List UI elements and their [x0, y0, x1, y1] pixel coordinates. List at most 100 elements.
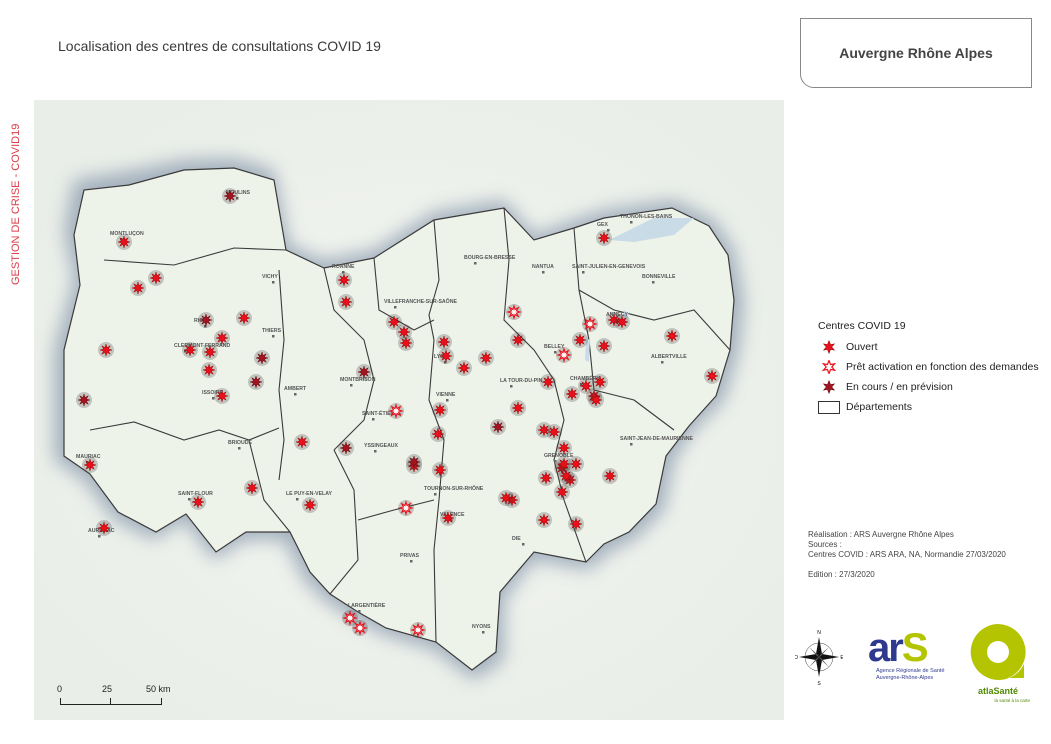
- marker-encours[interactable]: [222, 188, 238, 204]
- marker-ouvert[interactable]: [478, 350, 494, 366]
- star-icon: [479, 351, 493, 365]
- star-icon: [303, 498, 317, 512]
- compass-s: S: [817, 681, 821, 686]
- marker-ouvert[interactable]: [438, 348, 454, 364]
- marker-ouvert[interactable]: [554, 484, 570, 500]
- marker-ouvert[interactable]: [602, 468, 618, 484]
- city-label: LA TOUR-DU-PIN: [500, 378, 543, 384]
- marker-ouvert[interactable]: [244, 480, 260, 496]
- marker-pret[interactable]: [388, 403, 404, 419]
- marker-ouvert[interactable]: [201, 362, 217, 378]
- marker-ouvert[interactable]: [214, 388, 230, 404]
- marker-ouvert[interactable]: [336, 272, 352, 288]
- marker-ouvert[interactable]: [338, 294, 354, 310]
- marker-ouvert[interactable]: [436, 334, 452, 350]
- marker-ouvert[interactable]: [540, 374, 556, 390]
- city-label: MONTBRISON: [340, 377, 376, 383]
- ars-logo-s: S: [901, 626, 929, 670]
- city-label: BRIOUDE: [228, 440, 252, 446]
- marker-ouvert[interactable]: [538, 470, 554, 486]
- marker-ouvert[interactable]: [98, 342, 114, 358]
- city-dot: [661, 361, 664, 364]
- marker-ouvert[interactable]: [386, 314, 402, 330]
- marker-encours[interactable]: [254, 350, 270, 366]
- marker-ouvert[interactable]: [592, 374, 608, 390]
- marker-ouvert[interactable]: [148, 270, 164, 286]
- marker-encours[interactable]: [338, 440, 354, 456]
- marker-ouvert[interactable]: [456, 360, 472, 376]
- star-icon: [398, 500, 414, 516]
- scale-label-50: 50 km: [146, 684, 171, 694]
- star-icon: [457, 361, 471, 375]
- marker-pret[interactable]: [582, 316, 598, 332]
- star-dark-icon: [822, 380, 836, 394]
- region-map[interactable]: MOULINSMONTLUÇONVICHYRIOMTHIERSCLERMONT-…: [34, 100, 784, 720]
- star-icon: [433, 463, 447, 477]
- legend-item-ouvert: Ouvert: [818, 337, 1039, 357]
- marker-ouvert[interactable]: [588, 392, 604, 408]
- marker-ouvert[interactable]: [510, 400, 526, 416]
- marker-encours[interactable]: [490, 419, 506, 435]
- marker-ouvert[interactable]: [536, 512, 552, 528]
- marker-ouvert[interactable]: [664, 328, 680, 344]
- marker-ouvert[interactable]: [558, 468, 574, 484]
- marker-ouvert[interactable]: [432, 402, 448, 418]
- ars-logo: arS Agence Régionale de Santé Auvergne-R…: [868, 628, 960, 684]
- city-label: SAINT-JEAN-DE-MAURIENNE: [620, 436, 693, 442]
- marker-ouvert[interactable]: [202, 344, 218, 360]
- star-icon: [665, 329, 679, 343]
- marker-ouvert[interactable]: [130, 280, 146, 296]
- marker-encours[interactable]: [356, 364, 372, 380]
- marker-ouvert[interactable]: [440, 510, 456, 526]
- marker-ouvert[interactable]: [568, 516, 584, 532]
- marker-encours[interactable]: [248, 374, 264, 390]
- star-icon-ouvert: [818, 339, 840, 355]
- marker-ouvert[interactable]: [116, 234, 132, 250]
- marker-ouvert[interactable]: [96, 520, 112, 536]
- city-label: VICHY: [262, 274, 278, 280]
- star-icon: [99, 343, 113, 357]
- star-icon: [199, 313, 213, 327]
- marker-pret[interactable]: [410, 622, 426, 638]
- marker-ouvert[interactable]: [190, 494, 206, 510]
- marker-ouvert[interactable]: [564, 386, 580, 402]
- marker-ouvert[interactable]: [704, 368, 720, 384]
- city-dot: [652, 281, 655, 284]
- marker-pret[interactable]: [342, 610, 358, 626]
- marker-encours[interactable]: [406, 454, 422, 470]
- marker-ouvert[interactable]: [578, 378, 594, 394]
- marker-ouvert[interactable]: [498, 490, 514, 506]
- city-dot: [410, 560, 413, 563]
- marker-encours[interactable]: [76, 392, 92, 408]
- star-icon: [117, 235, 131, 249]
- marker-pret[interactable]: [506, 304, 522, 320]
- marker-ouvert[interactable]: [294, 434, 310, 450]
- marker-ouvert[interactable]: [510, 332, 526, 348]
- star-icon-encours: [818, 379, 840, 395]
- city-dot: [98, 535, 101, 538]
- marker-ouvert[interactable]: [236, 310, 252, 326]
- marker-ouvert[interactable]: [432, 462, 448, 478]
- city-label: SAINT-JULIEN-EN-GENEVOIS: [572, 264, 646, 270]
- star-icon: [215, 331, 229, 345]
- city-dot: [474, 262, 477, 265]
- marker-ouvert[interactable]: [398, 335, 414, 351]
- city-label: GEX: [597, 222, 608, 228]
- marker-ouvert[interactable]: [546, 424, 562, 440]
- star-icon: [539, 471, 553, 485]
- marker-ouvert[interactable]: [596, 338, 612, 354]
- marker-ouvert[interactable]: [302, 497, 318, 513]
- marker-ouvert[interactable]: [572, 332, 588, 348]
- marker-pret[interactable]: [556, 347, 572, 363]
- marker-ouvert[interactable]: [82, 457, 98, 473]
- marker-pret[interactable]: [398, 500, 414, 516]
- marker-ouvert[interactable]: [430, 426, 446, 442]
- marker-ouvert[interactable]: [182, 342, 198, 358]
- city-label: VIENNE: [436, 392, 456, 398]
- marker-encours[interactable]: [198, 312, 214, 328]
- marker-ouvert[interactable]: [614, 314, 630, 330]
- marker-ouvert[interactable]: [596, 230, 612, 246]
- marker-ouvert[interactable]: [214, 330, 230, 346]
- marker-ouvert[interactable]: [556, 440, 572, 456]
- credits: Réalisation : ARS Auvergne Rhône Alpes S…: [808, 530, 1006, 580]
